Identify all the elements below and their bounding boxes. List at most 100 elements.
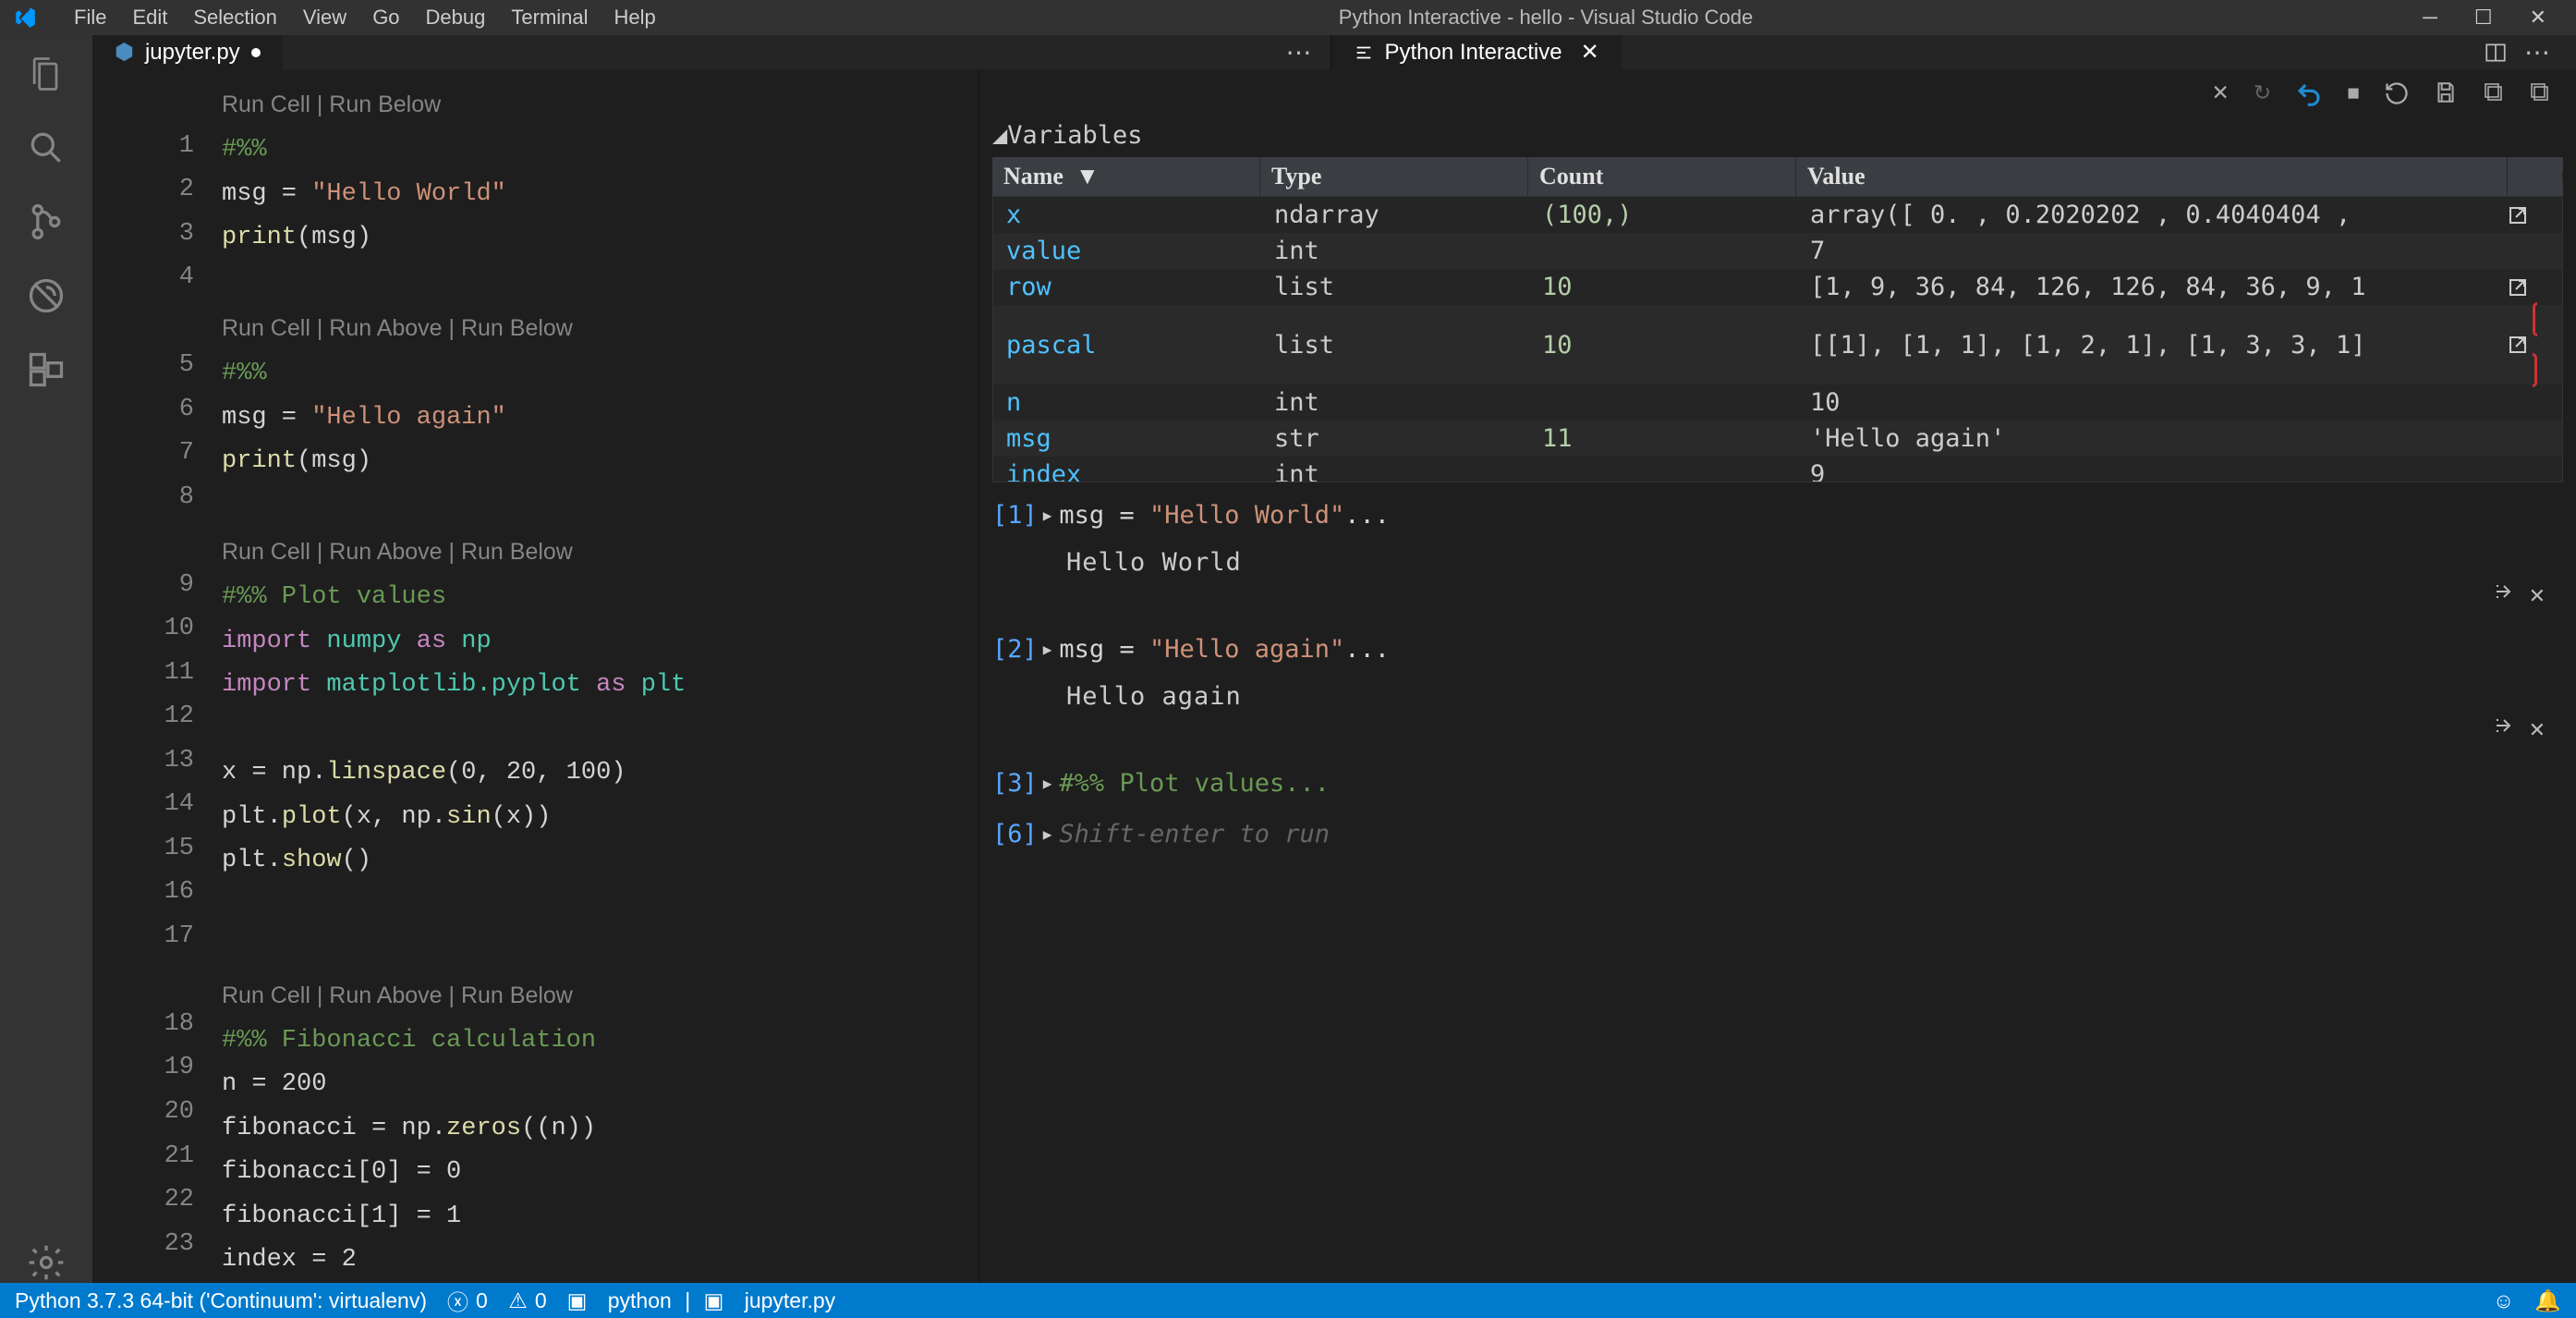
code-line[interactable] [222, 927, 964, 971]
popout-icon[interactable] [2507, 302, 2562, 387]
feedback-icon[interactable]: ☺ [2493, 1288, 2514, 1313]
var-type: list [1261, 327, 1529, 363]
source-control-icon[interactable] [26, 201, 67, 242]
expand-icon[interactable]: ▶ [1043, 506, 1052, 524]
menu-terminal[interactable]: Terminal [498, 0, 601, 35]
close-icon[interactable]: ✕ [1581, 39, 1599, 66]
var-count: (100,) [1529, 197, 1797, 233]
code-line[interactable] [222, 261, 964, 305]
var-value: 9 [1797, 457, 2507, 482]
undo-icon[interactable] [2295, 80, 2323, 108]
codelens[interactable]: Run Cell | Run Above | Run Below [222, 528, 964, 576]
col-value[interactable]: Value [1796, 157, 2508, 196]
code-line[interactable]: fibonacci = np.zeros((n)) [222, 1107, 964, 1152]
tab-python-interactive[interactable]: Python Interactive ✕ [1331, 35, 1622, 69]
delete-cell-icon[interactable]: ✕ [2530, 714, 2545, 743]
var-type: str [1261, 421, 1529, 457]
code-line[interactable] [222, 708, 964, 752]
delete-cell-icon[interactable]: ✕ [2530, 580, 2545, 609]
code-line[interactable]: #%% [222, 352, 964, 397]
code-line[interactable]: #%% Fibonacci calculation [222, 1019, 964, 1064]
interrupt-icon[interactable]: ■ [2347, 80, 2360, 108]
code-line[interactable] [222, 884, 964, 928]
cell[interactable]: [6]▶ Shift-enter to run [992, 820, 2563, 848]
codelens[interactable]: Run Cell | Run Below [222, 80, 964, 128]
variable-row[interactable]: valueint7 [993, 233, 2562, 269]
menu-file[interactable]: File [61, 0, 119, 35]
kernel-name: python [608, 1288, 672, 1313]
line-number: 2 [92, 168, 194, 213]
menu-help[interactable]: Help [601, 0, 669, 35]
line-number: 5 [92, 344, 194, 388]
code-line[interactable]: import matplotlib.pyplot as plt [222, 664, 964, 708]
bell-icon[interactable]: 🔔 [2534, 1288, 2561, 1313]
variable-row[interactable]: pascallist10[[1], [1, 1], [1, 2, 1], [1,… [993, 305, 2562, 384]
redo-icon[interactable]: ↻ [2254, 80, 2271, 108]
expand-icon[interactable]: ▶ [1043, 825, 1052, 843]
save-icon[interactable] [2434, 80, 2458, 108]
extensions-icon[interactable] [26, 349, 67, 390]
col-type[interactable]: Type [1260, 157, 1528, 196]
code-line[interactable]: print(msg) [222, 440, 964, 484]
status-problems[interactable]: ⓧ0 ⚠0 [447, 1285, 547, 1316]
goto-code-icon[interactable] [2493, 714, 2515, 743]
cancel-icon[interactable]: ✕ [2212, 80, 2230, 108]
variable-row[interactable]: xndarray(100,)array([ 0. , 0.2020202 , 0… [993, 197, 2562, 233]
code-line[interactable]: msg = "Hello again" [222, 397, 964, 441]
cell[interactable]: [1]▶ msg = "Hello World"...Hello World✕ [992, 501, 2563, 613]
col-name[interactable]: Name ▼ [992, 157, 1260, 196]
variable-row[interactable]: indexint9 [993, 457, 2562, 482]
more-icon[interactable]: ⋯ [2524, 37, 2550, 67]
tab-jupyter[interactable]: ⬢ jupyter.py [92, 35, 283, 69]
code-line[interactable]: import numpy as np [222, 620, 964, 665]
close-icon[interactable]: ✕ [2530, 6, 2546, 30]
more-icon[interactable]: ⋯ [1286, 37, 1312, 67]
variables-header[interactable]: ◢Variables [992, 121, 2563, 157]
goto-code-icon[interactable] [2493, 580, 2515, 609]
col-count[interactable]: Count [1528, 157, 1796, 196]
code-line[interactable]: print(msg) [222, 216, 964, 261]
variable-row[interactable]: nint10 [993, 384, 2562, 421]
code-editor[interactable]: 1234 5678 91011121314151617 181920212223… [92, 69, 978, 1283]
expand-all-icon[interactable] [2482, 80, 2504, 108]
debug-icon[interactable] [26, 275, 67, 316]
codelens[interactable]: Run Cell | Run Above | Run Below [222, 304, 964, 352]
code-line[interactable]: plt.plot(x, np.sin(x)) [222, 796, 964, 840]
status-kernel[interactable]: ▣ python | ▣ jupyter.py [567, 1288, 836, 1313]
split-editor-icon[interactable] [2484, 41, 2508, 65]
cell[interactable]: [3]▶ #%% Plot values... [992, 769, 2563, 798]
popout-icon[interactable] [2507, 204, 2562, 226]
variable-row[interactable]: rowlist10[1, 9, 36, 84, 126, 126, 84, 36… [993, 269, 2562, 305]
code-line[interactable]: n = 200 [222, 1063, 964, 1107]
code-line[interactable]: fibonacci[1] = 1 [222, 1195, 964, 1239]
code-line[interactable]: plt.show() [222, 839, 964, 884]
search-icon[interactable] [26, 128, 67, 168]
expand-icon[interactable]: ▶ [1043, 641, 1052, 658]
code-line[interactable]: #%% Plot values [222, 576, 964, 620]
minimize-icon[interactable]: ─ [2423, 6, 2437, 30]
restart-icon[interactable] [2384, 80, 2410, 108]
variable-row[interactable]: msgstr11'Hello again' [993, 421, 2562, 457]
menu-edit[interactable]: Edit [119, 0, 180, 35]
code-line[interactable]: msg = "Hello World" [222, 173, 964, 217]
code-line[interactable]: #%% [222, 128, 964, 173]
explorer-icon[interactable] [26, 54, 67, 94]
menu-go[interactable]: Go [359, 0, 412, 35]
maximize-icon[interactable]: ☐ [2474, 6, 2493, 30]
popout-icon[interactable] [2507, 276, 2562, 299]
codelens[interactable]: Run Cell | Run Above | Run Below [222, 971, 964, 1019]
vscode-logo-icon [11, 4, 39, 31]
code-line[interactable]: x = np.linspace(0, 20, 100) [222, 751, 964, 796]
cell[interactable]: [2]▶ msg = "Hello again"...Hello again✕ [992, 635, 2563, 747]
menu-debug[interactable]: Debug [413, 0, 499, 35]
var-count [1529, 471, 1797, 479]
menu-selection[interactable]: Selection [180, 0, 290, 35]
settings-gear-icon[interactable] [26, 1242, 67, 1283]
menu-view[interactable]: View [290, 0, 359, 35]
expand-icon[interactable]: ▶ [1043, 775, 1052, 792]
code-line[interactable]: index = 2 [222, 1239, 964, 1283]
collapse-all-icon[interactable] [2528, 80, 2550, 108]
code-line[interactable]: fibonacci[0] = 0 [222, 1151, 964, 1195]
code-line[interactable] [222, 484, 964, 529]
status-interpreter[interactable]: Python 3.7.3 64-bit ('Continuum': virtua… [15, 1288, 427, 1313]
